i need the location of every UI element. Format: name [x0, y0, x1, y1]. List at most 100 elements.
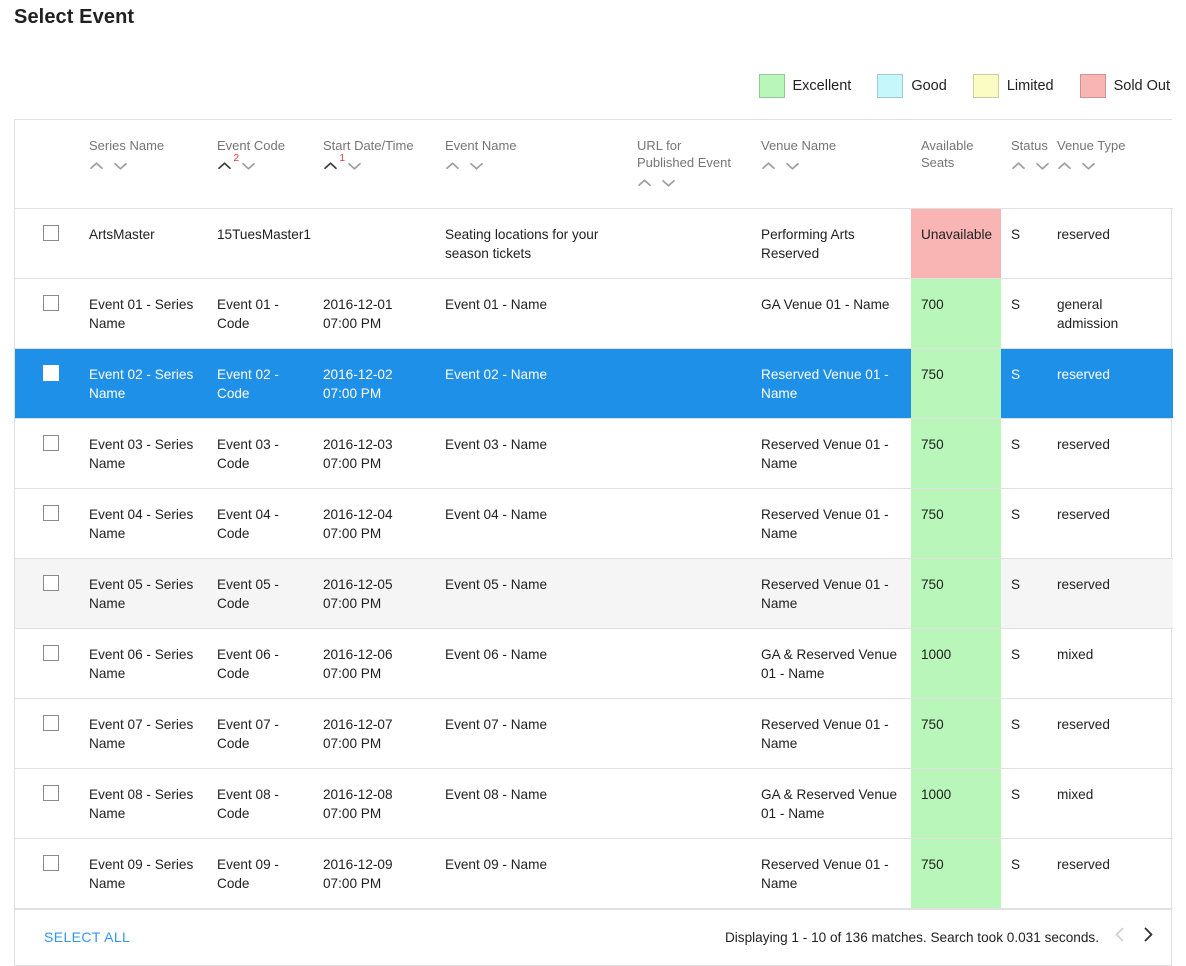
cell-code: Event 08 - Code [217, 786, 279, 821]
row-checkbox[interactable] [43, 364, 59, 381]
cell-date [313, 208, 435, 278]
column-header-label: Event Name [445, 138, 517, 153]
sort-ascending-icon[interactable] [89, 161, 104, 171]
cell-url [627, 348, 751, 418]
table-row[interactable]: Event 02 - Series Name Event 02 - Code 201… [15, 348, 1173, 418]
events-table-card: Series Name Event Code 2 Start Date/Time 1 Ev… [14, 119, 1173, 966]
cell-venue-type: mixed [1057, 646, 1094, 662]
row-checkbox[interactable] [43, 854, 59, 871]
header-row: Series Name Event Code 2 Start Date/Time 1 Ev… [15, 120, 1173, 208]
sort-descending-icon[interactable] [347, 161, 362, 171]
row-select-cell[interactable] [15, 488, 79, 558]
column-header-label: Venue Type [1057, 138, 1126, 153]
table-row[interactable]: Event 06 - Series Name Event 06 - Code 201… [15, 628, 1173, 698]
cell-code: Event 05 - Code [217, 576, 279, 611]
sort-ascending-icon[interactable]: 1 [323, 154, 345, 171]
sort-descending-icon[interactable] [785, 161, 800, 171]
table-row[interactable]: Event 05 - Series Name Event 05 - Code 201… [15, 558, 1173, 628]
column-header-venue_type: Venue Type [1047, 120, 1173, 208]
sort-descending-icon[interactable] [113, 161, 128, 171]
cell-status: S [1011, 576, 1021, 592]
column-header-venue: Venue Name [751, 120, 911, 208]
table-row[interactable]: Event 04 - Series Name Event 04 - Code 201… [15, 488, 1173, 558]
cell-venue-type: reserved [1057, 506, 1110, 522]
row-checkbox[interactable] [43, 294, 59, 311]
cell-series: Event 06 - Series Name [89, 646, 194, 681]
cell-code: Event 06 - Code [217, 646, 279, 681]
column-header-label: Available Seats [921, 138, 974, 170]
row-select-cell[interactable] [15, 418, 79, 488]
legend-label: Excellent [792, 78, 852, 94]
table-row[interactable]: Event 09 - Series Name Event 09 - Code 201… [15, 838, 1173, 908]
cell-venue: Reserved Venue 01 - Name [761, 576, 889, 611]
sort-ascending-icon[interactable]: 2 [217, 154, 239, 171]
sort-ascending-icon[interactable] [637, 178, 652, 188]
sort-descending-icon[interactable] [469, 161, 484, 171]
sort-ascending-icon[interactable] [445, 161, 460, 171]
column-header-event_name: Event Name [435, 120, 627, 208]
table-header: Series Name Event Code 2 Start Date/Time 1 Ev… [15, 120, 1173, 208]
table-row[interactable]: ArtsMaster 15TuesMaster1 Seating locations… [15, 208, 1173, 278]
column-header-label: Event Code [217, 138, 285, 153]
cell-available-seats: 750 [911, 348, 1001, 418]
cell-available-seats: Unavailable [911, 208, 1001, 278]
sort-ascending-icon[interactable] [1011, 161, 1026, 171]
table-row[interactable]: Event 07 - Series Name Event 07 - Code 201… [15, 698, 1173, 768]
column-header-label: URL for Published Event [637, 138, 731, 170]
row-select-cell[interactable] [15, 698, 79, 768]
table-body: ArtsMaster 15TuesMaster1 Seating locations… [15, 208, 1173, 908]
pagination: Displaying 1 - 10 of 136 matches. Search… [725, 927, 1157, 947]
cell-venue: Reserved Venue 01 - Name [761, 716, 889, 751]
chevron-right-icon [1144, 927, 1153, 947]
table-row[interactable]: Event 01 - Series Name Event 01 - Code 201… [15, 278, 1173, 348]
sort-descending-icon[interactable] [241, 161, 256, 171]
row-checkbox[interactable] [43, 574, 59, 591]
column-header-label: Venue Name [761, 138, 837, 153]
column-header-code: Event Code 2 [207, 120, 313, 208]
column-header-series: Series Name [79, 120, 207, 208]
legend-swatch-soldout [1079, 74, 1106, 98]
cell-status: S [1011, 296, 1021, 312]
legend-item-good: Good [877, 74, 947, 98]
legend-label: Good [911, 78, 947, 94]
row-select-cell[interactable] [15, 558, 79, 628]
row-checkbox[interactable] [43, 644, 59, 661]
cell-venue: Reserved Venue 01 - Name [761, 366, 889, 401]
row-select-cell[interactable] [15, 768, 79, 838]
row-checkbox[interactable] [43, 224, 59, 241]
cell-event-name: Seating locations for your season ticket… [445, 226, 599, 261]
cell-event-name: Event 02 - Name [445, 366, 547, 382]
column-header-label: Start Date/Time [323, 138, 414, 153]
cell-url [627, 488, 751, 558]
select-all-button[interactable]: SELECT ALL [44, 929, 130, 945]
sort-descending-icon[interactable] [1081, 161, 1096, 171]
row-select-cell[interactable] [15, 628, 79, 698]
cell-available-seats: 1000 [911, 768, 1001, 838]
sort-ascending-icon[interactable] [1057, 161, 1072, 171]
sort-ascending-icon[interactable] [761, 161, 776, 171]
row-select-cell[interactable] [15, 838, 79, 908]
sort-controls: 1 [323, 154, 425, 171]
legend-item-excellent: Excellent [758, 74, 852, 98]
row-checkbox[interactable] [43, 504, 59, 521]
row-select-cell[interactable] [15, 208, 79, 278]
table-row[interactable]: Event 03 - Series Name Event 03 - Code 201… [15, 418, 1173, 488]
cell-venue-type: general admission [1057, 296, 1119, 331]
next-page-button[interactable] [1139, 927, 1157, 947]
previous-page-button[interactable] [1110, 927, 1128, 947]
sort-rank-badge: 2 [233, 153, 239, 164]
cell-venue: GA & Reserved Venue 01 - Name [761, 646, 898, 681]
row-select-cell[interactable] [15, 348, 79, 418]
sort-descending-icon[interactable] [1035, 161, 1050, 171]
cell-status: S [1011, 436, 1021, 452]
sort-controls: 2 [217, 154, 303, 171]
row-checkbox[interactable] [43, 434, 59, 451]
table-row[interactable]: Event 08 - Series Name Event 08 - Code 201… [15, 768, 1173, 838]
events-table: Series Name Event Code 2 Start Date/Time 1 Ev… [15, 120, 1173, 909]
row-checkbox[interactable] [43, 784, 59, 801]
row-checkbox[interactable] [43, 714, 59, 731]
cell-url [627, 278, 751, 348]
sort-descending-icon[interactable] [661, 178, 676, 188]
cell-venue-type: reserved [1057, 856, 1110, 872]
row-select-cell[interactable] [15, 278, 79, 348]
